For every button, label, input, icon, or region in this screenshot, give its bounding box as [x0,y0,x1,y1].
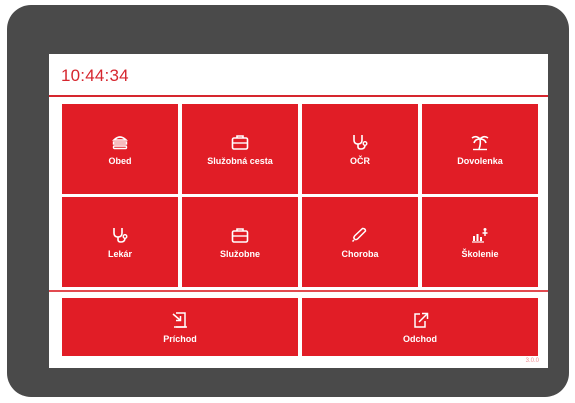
thermometer-icon [351,227,367,242]
section-divider [49,290,548,292]
tile-sluzobne[interactable]: Služobne [182,197,298,287]
tile-dovolenka[interactable]: Dovolenka [422,104,538,194]
tile-label: Choroba [341,248,379,259]
header-bar: 10:44:34 [49,54,548,97]
stethoscope-icon [113,227,128,243]
tile-choroba[interactable]: Choroba [302,197,418,287]
tile-label: Školenie [461,248,499,259]
food-icon [112,135,128,149]
tile-label: Obed [108,155,132,166]
app-screen: 10:44:34 Obed Služobná cesta OČR Dovolen… [49,54,548,368]
version-label: 3.0.0 [525,358,539,364]
arrival-label: Príchod [163,333,197,344]
departure-label: Odchod [403,333,437,344]
briefcase-icon [231,134,249,150]
tile-label: Dovolenka [457,155,503,166]
tile-label: OČR [350,155,370,166]
briefcase-icon [231,227,249,243]
tablet-frame: 10:44:34 Obed Služobná cesta OČR Dovolen… [7,5,569,397]
training-icon [472,227,488,243]
tile-label: Služobná cesta [207,155,273,166]
tile-obed[interactable]: Obed [62,104,178,194]
clock: 10:44:34 [61,66,129,85]
tile-label: Služobne [220,248,260,259]
tile-lekar[interactable]: Lekár [62,197,178,287]
tile-ocr[interactable]: OČR [302,104,418,194]
arrival-button[interactable]: Príchod [62,298,298,356]
palm-tree-icon [471,135,489,150]
stethoscope-icon [353,134,368,150]
tile-label: Lekár [107,248,133,259]
departure-button[interactable]: Odchod [302,298,538,356]
tile-skolenie[interactable]: Školenie [422,197,538,287]
tile-sluzobna-cesta[interactable]: Služobná cesta [182,104,298,194]
arrival-icon [172,311,187,328]
departure-icon [414,312,429,328]
